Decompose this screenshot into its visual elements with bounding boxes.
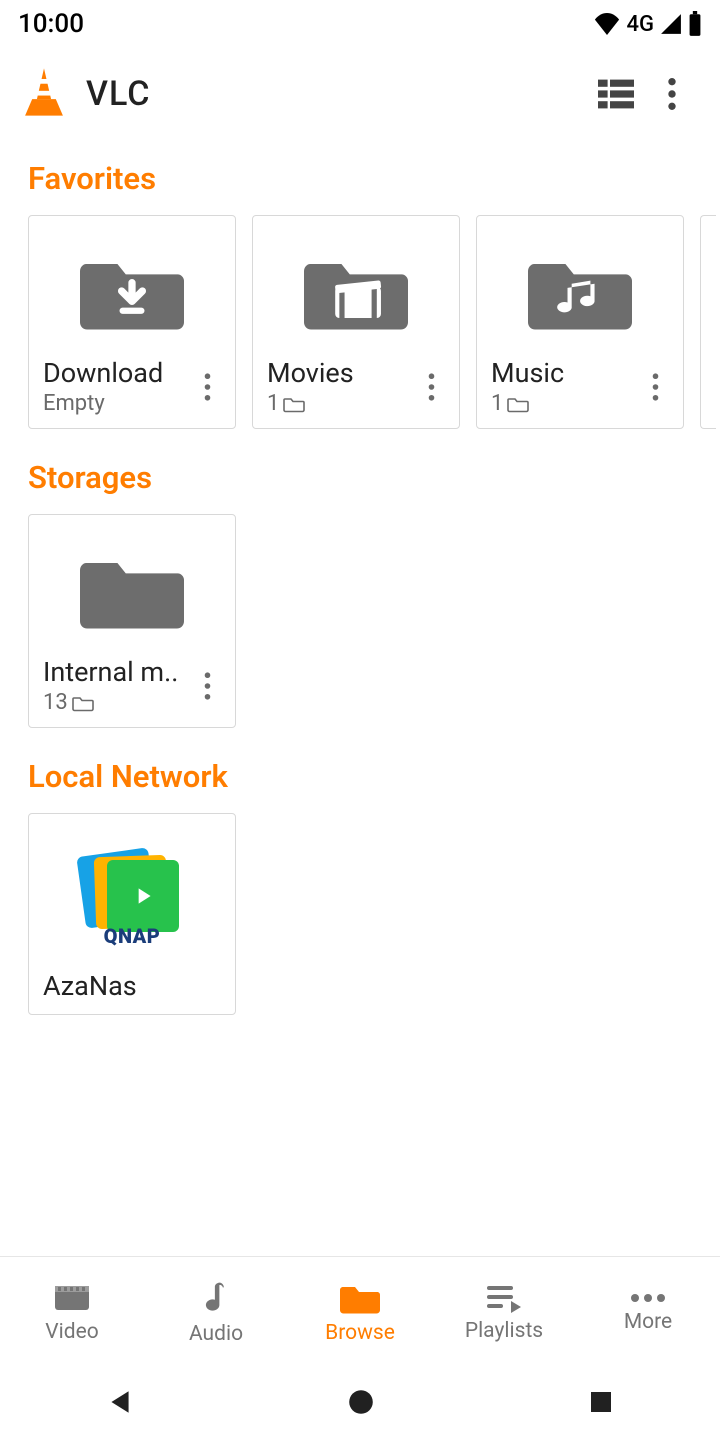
content-area: Favorites Download Empty: [0, 140, 720, 1256]
nav-playlists[interactable]: Playlists: [432, 1257, 576, 1368]
card-subtitle: 1: [491, 391, 641, 416]
playlists-icon: [485, 1283, 523, 1313]
more-vert-icon: [204, 672, 211, 700]
signal-icon: [660, 13, 682, 35]
folder-small-icon: [507, 395, 529, 413]
network-card-azanas[interactable]: QNAP AzaNas: [28, 813, 236, 1015]
more-vert-icon: [652, 373, 659, 401]
card-subtitle: Empty: [43, 391, 193, 416]
nav-label: Video: [45, 1320, 98, 1344]
card-title: Movies: [267, 357, 417, 389]
folder-small-icon: [72, 694, 94, 712]
section-storages-title: Storages: [0, 429, 720, 514]
app-title: VLC: [86, 74, 150, 114]
favorite-card-movies[interactable]: Movies 1: [252, 215, 460, 429]
favorite-card-download[interactable]: Download Empty: [28, 215, 236, 429]
view-list-icon: [598, 79, 634, 109]
sys-home-button[interactable]: [346, 1387, 376, 1421]
bottom-nav: Video Audio Browse Playlists More: [0, 1256, 720, 1368]
nav-label: Playlists: [465, 1319, 543, 1343]
folder-icon: [80, 548, 184, 632]
network-label: 4G: [627, 12, 655, 37]
browse-icon: [339, 1281, 381, 1315]
folder-count: 1: [267, 391, 279, 416]
video-icon: [52, 1282, 92, 1314]
card-title: Music: [491, 357, 641, 389]
card-more-button[interactable]: [417, 363, 445, 411]
recents-square-icon: [587, 1388, 615, 1416]
nav-audio[interactable]: Audio: [144, 1257, 288, 1368]
favorites-row[interactable]: Download Empty Mo: [0, 215, 720, 429]
nav-label: More: [624, 1310, 672, 1334]
wifi-icon: [593, 13, 621, 35]
battery-icon: [688, 11, 702, 37]
more-vert-icon: [428, 373, 435, 401]
storage-card-internal[interactable]: Internal m.. 13: [28, 514, 236, 728]
card-subtitle: 1: [267, 391, 417, 416]
sys-recents-button[interactable]: [587, 1388, 615, 1420]
favorite-card-peek[interactable]: [700, 215, 716, 429]
section-network-title: Local Network: [0, 728, 720, 813]
section-favorites-title: Favorites: [0, 150, 720, 215]
card-title: Internal m..: [43, 656, 193, 688]
audio-icon: [201, 1280, 231, 1316]
favorite-card-music[interactable]: Music 1: [476, 215, 684, 429]
nav-label: Browse: [325, 1321, 395, 1345]
network-row: QNAP AzaNas: [0, 813, 720, 1015]
status-time: 10:00: [18, 9, 84, 39]
card-title: AzaNas: [43, 970, 221, 1002]
download-folder-icon: [80, 249, 184, 333]
movies-folder-icon: [304, 249, 408, 333]
folder-small-icon: [283, 395, 305, 413]
qnap-icon: QNAP: [77, 844, 187, 948]
card-title: Download: [43, 357, 193, 389]
music-folder-icon: [528, 249, 632, 333]
more-horiz-icon: [628, 1292, 668, 1304]
home-circle-icon: [346, 1387, 376, 1417]
nav-browse[interactable]: Browse: [288, 1257, 432, 1368]
card-more-button[interactable]: [193, 662, 221, 710]
more-vert-icon: [668, 78, 676, 110]
status-right: 4G: [593, 11, 703, 37]
nav-label: Audio: [189, 1322, 243, 1346]
qnap-brand: QNAP: [77, 924, 187, 948]
folder-count: 1: [491, 391, 503, 416]
app-bar: VLC: [0, 48, 720, 140]
sys-back-button[interactable]: [105, 1387, 135, 1421]
system-nav: [0, 1368, 720, 1440]
folder-count: 13: [43, 690, 68, 715]
back-triangle-icon: [105, 1387, 135, 1417]
card-more-button[interactable]: [641, 363, 669, 411]
card-subtitle: 13: [43, 690, 193, 715]
status-bar: 10:00 4G: [0, 0, 720, 48]
overflow-menu-button[interactable]: [644, 66, 700, 122]
card-more-button[interactable]: [193, 363, 221, 411]
nav-video[interactable]: Video: [0, 1257, 144, 1368]
storages-row: Internal m.. 13: [0, 514, 720, 728]
nav-more[interactable]: More: [576, 1257, 720, 1368]
more-vert-icon: [204, 373, 211, 401]
view-list-button[interactable]: [588, 66, 644, 122]
vlc-cone-icon: [20, 66, 68, 122]
